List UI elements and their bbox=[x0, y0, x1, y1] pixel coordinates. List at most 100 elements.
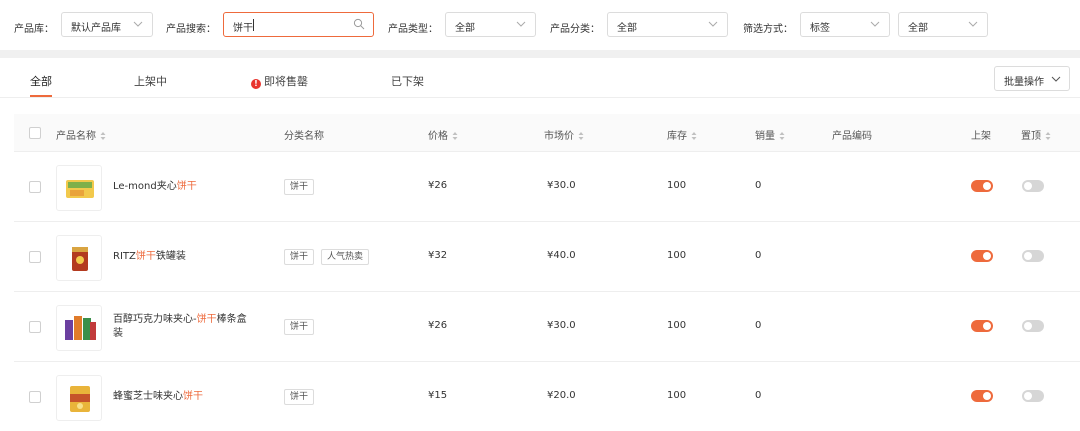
filter-value-select-value: 全部 bbox=[908, 23, 928, 34]
price: ¥15 bbox=[428, 390, 448, 401]
col-name[interactable]: 产品名称 bbox=[56, 127, 106, 142]
category-tag: 饼干 bbox=[284, 389, 315, 405]
batch-actions-button[interactable]: 批量操作 bbox=[994, 66, 1070, 91]
type-select-value: 全部 bbox=[455, 23, 475, 34]
product-thumbnail[interactable] bbox=[56, 165, 102, 211]
product-thumbnail[interactable] bbox=[56, 235, 102, 281]
warning-icon: ! bbox=[251, 79, 261, 89]
category-label: 产品分类： bbox=[550, 24, 600, 35]
table-row: RITZ饼干铁罐装 饼干 人气热卖 ¥32 ¥40.0 100 0 bbox=[14, 222, 1080, 292]
category-tag: 人气热卖 bbox=[321, 249, 370, 265]
row-checkbox[interactable] bbox=[29, 321, 41, 333]
chevron-down-icon bbox=[133, 21, 143, 27]
filter-bar: 产品库： 默认产品库 产品搜索： 饼干 产品类型： 全部 产品分类： 全部 筛选… bbox=[0, 0, 1080, 50]
filter-value-select[interactable]: 全部 bbox=[898, 12, 988, 37]
col-market-price-label: 市场价 bbox=[544, 131, 574, 142]
text-caret bbox=[253, 19, 254, 31]
row-checkbox[interactable] bbox=[29, 391, 41, 403]
biscuit-image bbox=[72, 247, 88, 271]
stock: 100 bbox=[667, 390, 687, 401]
batch-actions-label: 批量操作 bbox=[1004, 77, 1044, 88]
listed-toggle[interactable] bbox=[971, 390, 993, 402]
col-price-label: 价格 bbox=[428, 131, 448, 142]
pinned-toggle[interactable] bbox=[1022, 180, 1044, 192]
price: ¥32 bbox=[428, 250, 448, 261]
sales: 0 bbox=[755, 320, 762, 331]
stock: 100 bbox=[667, 250, 687, 261]
col-stock[interactable]: 库存 bbox=[667, 127, 697, 142]
category-tag: 饼干 bbox=[284, 319, 315, 335]
filter-mode-select[interactable]: 标签 bbox=[800, 12, 890, 37]
stock: 100 bbox=[667, 320, 687, 331]
search-icon[interactable] bbox=[353, 18, 365, 30]
col-sales[interactable]: 销量 bbox=[755, 127, 785, 142]
sort-icon[interactable] bbox=[452, 131, 458, 141]
col-market-price[interactable]: 市场价 bbox=[544, 127, 584, 142]
market-price: ¥30.0 bbox=[547, 320, 576, 331]
biscuit-image bbox=[70, 386, 90, 412]
row-checkbox[interactable] bbox=[29, 181, 41, 193]
search-input[interactable]: 饼干 bbox=[223, 12, 374, 37]
pinned-toggle[interactable] bbox=[1022, 390, 1044, 402]
product-thumbnail[interactable] bbox=[56, 375, 102, 421]
table-header: 产品名称 分类名称 价格 市场价 库存 销量 产品编码 上架 置顶 bbox=[14, 114, 1080, 152]
tab-listed[interactable]: 上架中 bbox=[134, 73, 167, 89]
listed-toggle[interactable] bbox=[971, 320, 993, 332]
tab-selling-out[interactable]: ! 即将售罄 bbox=[251, 73, 308, 89]
col-sales-label: 销量 bbox=[755, 131, 775, 142]
product-name[interactable]: Le-mond夹心饼干 bbox=[113, 180, 253, 194]
col-listed: 上架 bbox=[971, 131, 991, 142]
market-price: ¥20.0 bbox=[547, 390, 576, 401]
pinned-toggle[interactable] bbox=[1022, 250, 1044, 262]
price: ¥26 bbox=[428, 180, 448, 191]
col-stock-label: 库存 bbox=[667, 131, 687, 142]
product-thumbnail[interactable] bbox=[56, 305, 102, 351]
type-label: 产品类型： bbox=[388, 24, 438, 35]
sort-icon[interactable] bbox=[691, 131, 697, 141]
price: ¥26 bbox=[428, 320, 448, 331]
sort-icon[interactable] bbox=[100, 131, 106, 141]
product-name[interactable]: RITZ饼干铁罐装 bbox=[113, 250, 253, 264]
library-label: 产品库： bbox=[14, 24, 54, 35]
sales: 0 bbox=[755, 250, 762, 261]
chevron-down-icon bbox=[708, 21, 718, 27]
select-all-checkbox[interactable] bbox=[29, 127, 41, 139]
col-code: 产品编码 bbox=[832, 131, 872, 142]
sort-icon[interactable] bbox=[1045, 131, 1051, 141]
category-tag: 饼干 bbox=[284, 179, 315, 195]
chevron-down-icon bbox=[870, 21, 880, 27]
biscuit-image bbox=[65, 316, 96, 340]
col-price[interactable]: 价格 bbox=[428, 127, 458, 142]
listed-toggle[interactable] bbox=[971, 250, 993, 262]
tab-all[interactable]: 全部 bbox=[30, 73, 52, 89]
tab-delisted[interactable]: 已下架 bbox=[391, 73, 424, 89]
product-name[interactable]: 百醇巧克力味夹心-饼干棒条盒装 bbox=[113, 313, 253, 341]
sales: 0 bbox=[755, 180, 762, 191]
tab-selling-out-label: 即将售罄 bbox=[264, 75, 308, 88]
row-checkbox[interactable] bbox=[29, 251, 41, 263]
sales: 0 bbox=[755, 390, 762, 401]
sort-icon[interactable] bbox=[578, 131, 584, 141]
type-select[interactable]: 全部 bbox=[445, 12, 536, 37]
chevron-down-icon bbox=[1051, 76, 1061, 82]
library-select-value: 默认产品库 bbox=[71, 23, 121, 34]
listed-toggle[interactable] bbox=[971, 180, 993, 192]
product-name[interactable]: 蜂蜜芝士味夹心饼干 bbox=[113, 390, 253, 404]
product-panel: 全部 上架中 ! 即将售罄 已下架 批量操作 产品名称 分类名称 价格 市场价 库… bbox=[0, 58, 1080, 431]
filter-mode-label: 筛选方式： bbox=[743, 24, 793, 35]
pinned-toggle[interactable] bbox=[1022, 320, 1044, 332]
sort-icon[interactable] bbox=[779, 131, 785, 141]
tabs-divider bbox=[0, 97, 1080, 98]
library-select[interactable]: 默认产品库 bbox=[61, 12, 153, 37]
market-price: ¥30.0 bbox=[547, 180, 576, 191]
filter-mode-select-value: 标签 bbox=[810, 23, 830, 34]
market-price: ¥40.0 bbox=[547, 250, 576, 261]
category-select[interactable]: 全部 bbox=[607, 12, 728, 37]
biscuit-image bbox=[66, 180, 94, 198]
table-row: 蜂蜜芝士味夹心饼干 饼干 ¥15 ¥20.0 100 0 bbox=[14, 362, 1080, 431]
search-label: 产品搜索： bbox=[166, 24, 216, 35]
col-pinned[interactable]: 置顶 bbox=[1021, 127, 1051, 142]
chevron-down-icon bbox=[968, 21, 978, 27]
col-category: 分类名称 bbox=[284, 131, 324, 142]
table-row: Le-mond夹心饼干 饼干 ¥26 ¥30.0 100 0 bbox=[14, 152, 1080, 222]
